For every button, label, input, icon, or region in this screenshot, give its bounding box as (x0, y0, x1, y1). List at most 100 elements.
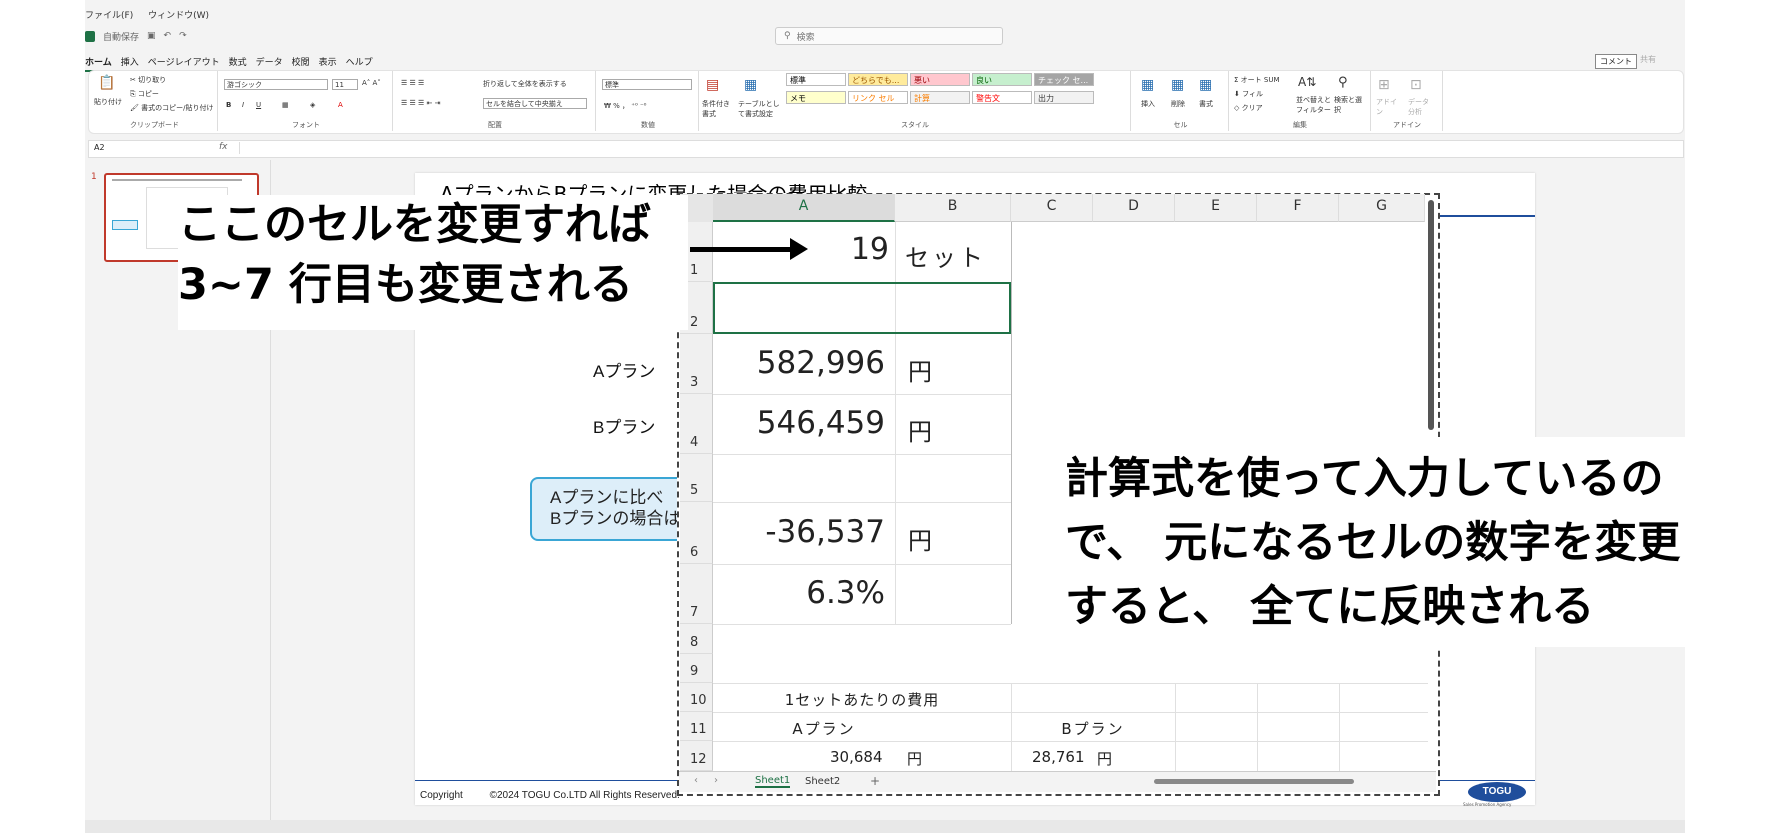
autosave-toggle[interactable]: 自動保存 (103, 30, 139, 43)
column-header-g[interactable]: G (1339, 194, 1425, 222)
format-table-button[interactable]: テーブルとして書式設定 (738, 99, 780, 119)
format-painter-button[interactable]: 🖌 書式のコピー/貼り付け (130, 103, 213, 113)
cell-b6[interactable]: 円 (908, 521, 932, 556)
function-icon[interactable]: fx (219, 142, 228, 152)
sheet-nav-next-icon[interactable]: › (714, 775, 718, 786)
add-sheet-button[interactable]: + (870, 774, 880, 788)
percent-icon[interactable]: ₩ % ， ⁺⁰ ⁻⁰ (604, 101, 646, 111)
column-header-a[interactable]: A (713, 194, 895, 222)
underline-icon[interactable]: U (256, 101, 261, 109)
font-color-icon[interactable]: A (338, 101, 343, 109)
cell-a4[interactable]: 546,459 (713, 405, 895, 441)
row-header-11[interactable]: 11 (680, 712, 713, 741)
addin-icon[interactable]: ⊞ (1378, 77, 1390, 93)
column-header-f[interactable]: F (1257, 194, 1339, 222)
cell-c11[interactable]: Bプラン (1011, 718, 1175, 739)
font-name-select[interactable]: 游ゴシック (224, 79, 328, 90)
format-table-icon[interactable]: ▦ (744, 77, 757, 93)
column-header-d[interactable]: D (1093, 194, 1175, 222)
paste-icon[interactable]: 📋 (98, 75, 115, 91)
cell-style-6[interactable]: リンク セル (848, 91, 908, 104)
border-icon[interactable]: ▦ (282, 101, 289, 109)
fill-button[interactable]: ⬇ フィル (1234, 89, 1263, 99)
selected-cell-a2[interactable] (713, 282, 1011, 334)
menu-file[interactable]: ファイル(F) (85, 11, 133, 21)
fill-color-icon[interactable]: ◈ (310, 101, 315, 109)
find-icon[interactable]: ⚲ (1338, 75, 1348, 90)
number-format-select[interactable]: 標準 (602, 79, 692, 90)
menu-window[interactable]: ウィンドウ(W) (148, 11, 209, 21)
cell-style-8[interactable]: 警告文 (972, 91, 1032, 104)
comment-button[interactable]: コメント (1595, 54, 1637, 69)
cut-button[interactable]: ✂ 切り取り (130, 75, 166, 85)
sort-filter-button[interactable]: 並べ替えとフィルター (1296, 95, 1332, 115)
font-size-select[interactable]: 11 (332, 79, 358, 90)
row-header-4[interactable]: 4 (680, 394, 713, 454)
column-header-b[interactable]: B (895, 194, 1011, 222)
cell-style-0[interactable]: 標準 (786, 73, 846, 86)
cell-b12[interactable]: 円 (907, 748, 922, 769)
cell-a7[interactable]: 6.3% (713, 575, 895, 611)
find-select-button[interactable]: 検索と選択 (1334, 95, 1366, 115)
row-header-8[interactable]: 8 (680, 624, 713, 654)
align-left-icon[interactable]: ☰ ☰ ☰ ⇤ ⇥ (401, 99, 440, 107)
sheet-tab-sheet2[interactable]: Sheet2 (805, 776, 840, 787)
cell-d12[interactable]: 円 (1097, 748, 1112, 769)
cell-style-2[interactable]: 悪い (910, 73, 970, 86)
redo-icon[interactable]: ↷ (179, 31, 187, 41)
row-header-3[interactable]: 3 (680, 334, 713, 394)
sheet-tab-sheet1[interactable]: Sheet1 (755, 775, 791, 788)
cell-a11[interactable]: Aプラン (713, 718, 895, 739)
column-header-e[interactable]: E (1175, 194, 1257, 222)
cell-style-7[interactable]: 計算 (910, 91, 970, 104)
cell-style-4[interactable]: チェック セ... (1034, 73, 1094, 86)
share-button[interactable]: 共有 (1640, 54, 1656, 65)
delete-button[interactable]: 削除 (1171, 99, 1185, 109)
cell-style-3[interactable]: 良い (972, 73, 1032, 86)
row-header-12[interactable]: 12 (680, 741, 713, 771)
italic-icon[interactable]: I (242, 101, 244, 109)
wrap-text-button[interactable]: 折り返して全体を表示する (483, 79, 567, 89)
cell-b3[interactable]: 円 (908, 352, 932, 387)
cell-a10-merged[interactable]: 1セットあたりの費用 (713, 689, 1011, 710)
row-header-5[interactable]: 5 (680, 454, 713, 502)
addin-button[interactable]: アドイン (1376, 97, 1398, 117)
font-grow-icon[interactable]: A˄ A˅ (362, 79, 381, 87)
cell-style-5[interactable]: メモ (786, 91, 846, 104)
cell-style-9[interactable]: 出力 (1034, 91, 1094, 104)
sheet-nav-prev-icon[interactable]: ‹ (694, 775, 698, 786)
align-top-icon[interactable]: ☰ ☰ ☰ (401, 79, 424, 87)
cell-b1[interactable]: セット (905, 238, 986, 273)
format-button[interactable]: 書式 (1199, 99, 1213, 109)
merge-center-button[interactable]: セルを結合して中央揃え (483, 98, 587, 109)
paste-button[interactable]: 貼り付け (94, 97, 122, 107)
cell-b4[interactable]: 円 (908, 412, 932, 447)
insert-cells-icon[interactable]: ▦ (1141, 77, 1154, 93)
formula-input[interactable] (239, 142, 1679, 154)
row-header-7[interactable]: 7 (680, 564, 713, 624)
vertical-scrollbar[interactable] (1428, 200, 1434, 430)
insert-button[interactable]: 挿入 (1141, 99, 1155, 109)
autosum-button[interactable]: Σ オート SUM (1234, 75, 1280, 85)
search-input[interactable]: ⚲ 検索 (775, 27, 1003, 45)
cell-style-1[interactable]: どちらでも... (848, 73, 908, 86)
copy-button[interactable]: ⎘ コピー (130, 89, 159, 99)
data-analysis-button[interactable]: データ分析 (1408, 97, 1432, 117)
undo-icon[interactable]: ↶ (164, 31, 172, 41)
data-analysis-icon[interactable]: ⊡ (1410, 77, 1422, 93)
bold-icon[interactable]: B (226, 101, 231, 109)
conditional-format-icon[interactable]: ▤ (706, 77, 719, 93)
sort-filter-icon[interactable]: A⇅ (1298, 75, 1316, 89)
delete-cells-icon[interactable]: ▦ (1171, 77, 1184, 93)
cell-a3[interactable]: 582,996 (713, 345, 895, 381)
cell-a12[interactable]: 30,684 (830, 748, 883, 766)
horizontal-scrollbar[interactable] (1154, 779, 1354, 784)
row-header-10[interactable]: 10 (680, 683, 713, 712)
column-header-c[interactable]: C (1011, 194, 1093, 222)
conditional-format-button[interactable]: 条件付き書式 (702, 99, 736, 119)
row-header-9[interactable]: 9 (680, 654, 713, 683)
name-box[interactable]: A2 (91, 142, 154, 154)
format-cells-icon[interactable]: ▦ (1199, 77, 1212, 93)
cell-a6[interactable]: -36,537 (713, 514, 895, 550)
cell-c12[interactable]: 28,761 (1032, 748, 1085, 766)
